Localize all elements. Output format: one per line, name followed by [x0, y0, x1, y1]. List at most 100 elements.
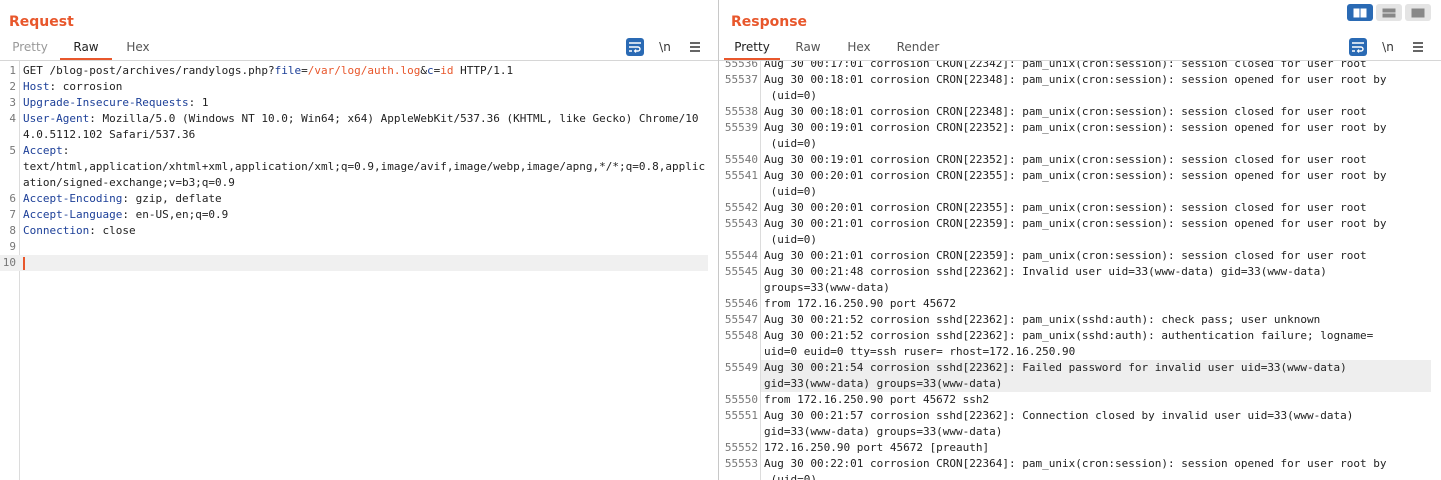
line-number: 55536: [724, 61, 758, 70]
header-name: Connection: [23, 224, 90, 237]
response-line[interactable]: 55540 Aug 30 00:19:01 corrosion CRON[2235…: [719, 152, 1431, 168]
line-number: 55540: [724, 153, 758, 166]
line-content: Aug 30 00:19:01 corrosion CRON[22352]: p…: [764, 121, 1387, 150]
request-line[interactable]: 1 GET /blog-post/archives/randylogs.php?f…: [0, 63, 708, 79]
response-line[interactable]: 55545 Aug 30 00:21:48 corrosion sshd[2236…: [719, 264, 1431, 296]
line-content: Aug 30 00:21:54 corrosion sshd[22362]: F…: [761, 360, 1431, 392]
line-content: Host: corrosion: [20, 79, 708, 95]
request-line[interactable]: 4 User-Agent: Mozilla/5.0 (Windows NT 10.…: [0, 111, 708, 143]
response-line[interactable]: 55551 Aug 30 00:21:57 corrosion sshd[2236…: [719, 408, 1431, 440]
line-number: 3: [9, 96, 16, 109]
split-horizontal-icon[interactable]: [1347, 4, 1373, 21]
line-number: 55551: [724, 409, 758, 422]
response-tabs: Pretty Raw Hex Render: [724, 38, 954, 60]
menu-icon[interactable]: [1409, 38, 1427, 56]
word-wrap-icon[interactable]: [1349, 38, 1367, 56]
request-line[interactable]: 6 Accept-Encoding: gzip, deflate: [0, 191, 708, 207]
response-line[interactable]: 55544 Aug 30 00:21:01 corrosion CRON[2235…: [719, 248, 1431, 264]
request-line[interactable]: 9: [0, 239, 708, 255]
line-content: Aug 30 00:18:01 corrosion CRON[22348]: p…: [764, 105, 1367, 118]
request-editor[interactable]: 1 GET /blog-post/archives/randylogs.php?f…: [0, 61, 718, 480]
line-number: 55543: [724, 217, 758, 230]
response-line[interactable]: 55537 Aug 30 00:18:01 corrosion CRON[2234…: [719, 72, 1431, 104]
line-number: 1: [9, 64, 16, 77]
response-line[interactable]: 55549 Aug 30 00:21:54 corrosion sshd[2236…: [719, 360, 1431, 392]
request-tab-pretty[interactable]: Pretty: [0, 38, 60, 60]
line-number: 55539: [724, 121, 758, 134]
line-content: User-Agent: Mozilla/5.0 (Windows NT 10.0…: [20, 111, 708, 143]
request-line[interactable]: 8 Connection: close: [0, 223, 708, 239]
request-line[interactable]: 5 Accept: text/html,application/xhtml+xml…: [0, 143, 708, 191]
response-line[interactable]: 55541 Aug 30 00:20:01 corrosion CRON[2235…: [719, 168, 1431, 200]
response-line[interactable]: 55552 172.16.250.90 port 45672 [preauth]: [719, 440, 1431, 456]
line-number: 55537: [724, 73, 758, 86]
response-line[interactable]: 55550 from 172.16.250.90 port 45672 ssh2: [719, 392, 1431, 408]
line-content: Connection: close: [20, 223, 708, 239]
line-number: 55546: [724, 297, 758, 310]
response-line[interactable]: 55548 Aug 30 00:21:52 corrosion sshd[2236…: [719, 328, 1431, 360]
header-name: Accept: [23, 144, 63, 157]
line-number: 55548: [724, 329, 758, 342]
request-line[interactable]: 10: [0, 255, 708, 271]
split-vertical-icon[interactable]: [1376, 4, 1402, 21]
show-newlines-button[interactable]: \n: [656, 38, 674, 56]
request-title: Request: [9, 14, 74, 30]
header-name: Upgrade-Insecure-Requests: [23, 96, 189, 109]
text-segment: : close: [89, 224, 136, 237]
response-line[interactable]: 55538 Aug 30 00:18:01 corrosion CRON[2234…: [719, 104, 1431, 120]
response-tab-hex[interactable]: Hex: [836, 38, 882, 60]
response-tab-pretty[interactable]: Pretty: [724, 38, 780, 60]
line-number: 8: [9, 224, 16, 237]
response-line[interactable]: 55543 Aug 30 00:21:01 corrosion CRON[2235…: [719, 216, 1431, 248]
line-content: from 172.16.250.90 port 45672 ssh2: [764, 393, 990, 406]
response-line[interactable]: 55547 Aug 30 00:21:52 corrosion sshd[2236…: [719, 312, 1431, 328]
text-segment: : en-US,en;q=0.9: [122, 208, 229, 221]
param-value: id: [440, 64, 454, 77]
header-name: Accept-Language: [23, 208, 123, 221]
request-line[interactable]: 3 Upgrade-Insecure-Requests: 1: [0, 95, 708, 111]
line-number: 55538: [724, 105, 758, 118]
response-line[interactable]: 55536 Aug 30 00:17:01 corrosion CRON[2234…: [719, 61, 1431, 72]
line-content: Upgrade-Insecure-Requests: 1: [20, 95, 708, 111]
line-content: Aug 30 00:21:48 corrosion sshd[22362]: I…: [764, 265, 1327, 294]
text-caret: [23, 256, 25, 270]
show-newlines-button[interactable]: \n: [1379, 38, 1397, 56]
line-number: 9: [9, 240, 16, 253]
tabs-layout-icon[interactable]: [1405, 4, 1431, 21]
line-content: Aug 30 00:18:01 corrosion CRON[22348]: p…: [764, 73, 1387, 102]
text-segment: GET /blog-post/archives/randylogs.php?: [23, 64, 275, 77]
response-line[interactable]: 55542 Aug 30 00:20:01 corrosion CRON[2235…: [719, 200, 1431, 216]
request-tab-raw[interactable]: Raw: [60, 38, 112, 60]
response-line[interactable]: 55539 Aug 30 00:19:01 corrosion CRON[2235…: [719, 120, 1431, 152]
line-content: GET /blog-post/archives/randylogs.php?fi…: [20, 63, 708, 79]
request-line[interactable]: 7 Accept-Language: en-US,en;q=0.9: [0, 207, 708, 223]
line-number: 55552: [724, 441, 758, 454]
line-number: 6: [9, 192, 16, 205]
line-number: 5: [9, 144, 16, 157]
request-toolbar: \n: [626, 38, 704, 56]
line-content: Accept: text/html,application/xhtml+xml,…: [20, 143, 708, 191]
word-wrap-icon[interactable]: [626, 38, 644, 56]
text-segment: =: [301, 64, 308, 77]
line-number: 55544: [724, 249, 758, 262]
text-segment: HTTP/1.1: [453, 64, 514, 77]
response-tab-render[interactable]: Render: [882, 38, 954, 60]
line-content: Aug 30 00:21:52 corrosion sshd[22362]: p…: [764, 313, 1321, 326]
response-line[interactable]: 55553 Aug 30 00:22:01 corrosion CRON[2236…: [719, 456, 1431, 480]
line-number: 55542: [724, 201, 758, 214]
line-number: 4: [9, 112, 16, 125]
menu-icon[interactable]: [686, 38, 704, 56]
response-line[interactable]: 55546 from 172.16.250.90 port 45672: [719, 296, 1431, 312]
line-number: 55545: [724, 265, 758, 278]
line-number: 55541: [724, 169, 758, 182]
response-tab-raw[interactable]: Raw: [780, 38, 836, 60]
line-number: 55549: [724, 361, 758, 374]
line-content: Aug 30 00:19:01 corrosion CRON[22352]: p…: [764, 153, 1367, 166]
response-editor[interactable]: 55536 Aug 30 00:17:01 corrosion CRON[2234…: [719, 61, 1441, 480]
header-name: c: [427, 64, 434, 77]
request-tab-hex[interactable]: Hex: [112, 38, 164, 60]
text-segment: : text/html,application/xhtml+xml,applic…: [23, 144, 706, 189]
request-line[interactable]: 2 Host: corrosion: [0, 79, 708, 95]
line-number: 55553: [724, 457, 758, 470]
request-tabs: Pretty Raw Hex: [0, 38, 164, 60]
